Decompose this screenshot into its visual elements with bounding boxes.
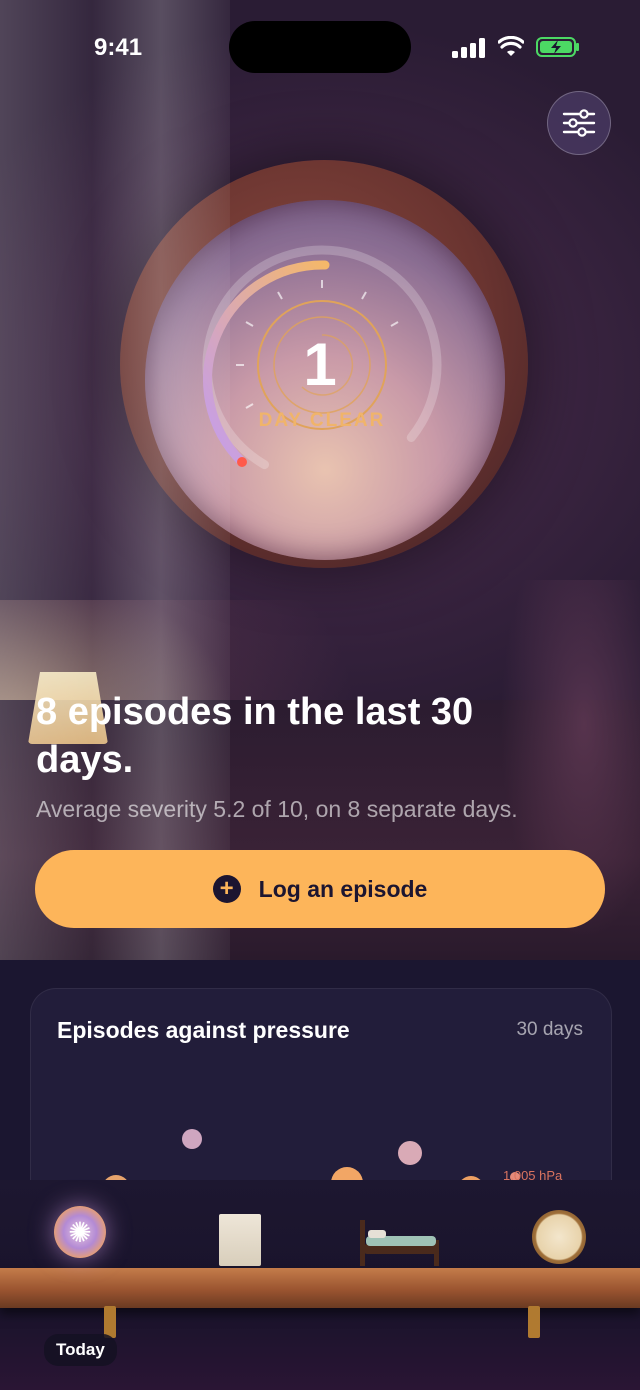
plus-circle-icon: + <box>212 875 241 903</box>
settings-button[interactable] <box>547 91 611 155</box>
chart-point <box>398 1141 422 1165</box>
wifi-icon <box>498 36 524 56</box>
chart-point <box>182 1129 202 1149</box>
sliders-icon <box>562 109 596 137</box>
status-time: 9:41 <box>94 34 143 61</box>
tab-today-label[interactable]: Today <box>44 1334 117 1366</box>
swirl-icon[interactable]: ✺ <box>54 1206 106 1258</box>
log-episode-label: Log an episode <box>258 875 428 902</box>
wooden-shelf <box>0 1268 640 1308</box>
shelf-bracket <box>104 1306 116 1338</box>
chart-title: Episodes against pressure <box>57 1017 350 1043</box>
status-bar: 9:41 <box>0 0 640 96</box>
dynamic-island <box>229 21 411 73</box>
bed-icon[interactable] <box>356 1214 442 1268</box>
battery-icon <box>536 37 579 57</box>
cellular-signal-icon <box>452 38 485 58</box>
log-episode-button[interactable]: + Log an episode <box>35 850 605 928</box>
chart-range[interactable]: 30 days <box>516 1019 583 1041</box>
summary-subtext: Average severity 5.2 of 10, on 8 separat… <box>36 796 518 822</box>
barometer-icon[interactable] <box>532 1210 586 1264</box>
streak-label: DAY CLEAR <box>258 410 386 431</box>
note-icon[interactable] <box>219 1214 261 1266</box>
streak-count: 1 <box>303 331 337 398</box>
shelf-bracket <box>528 1306 540 1338</box>
summary-headline: 8 episodes in the last 30 days. <box>36 691 474 781</box>
